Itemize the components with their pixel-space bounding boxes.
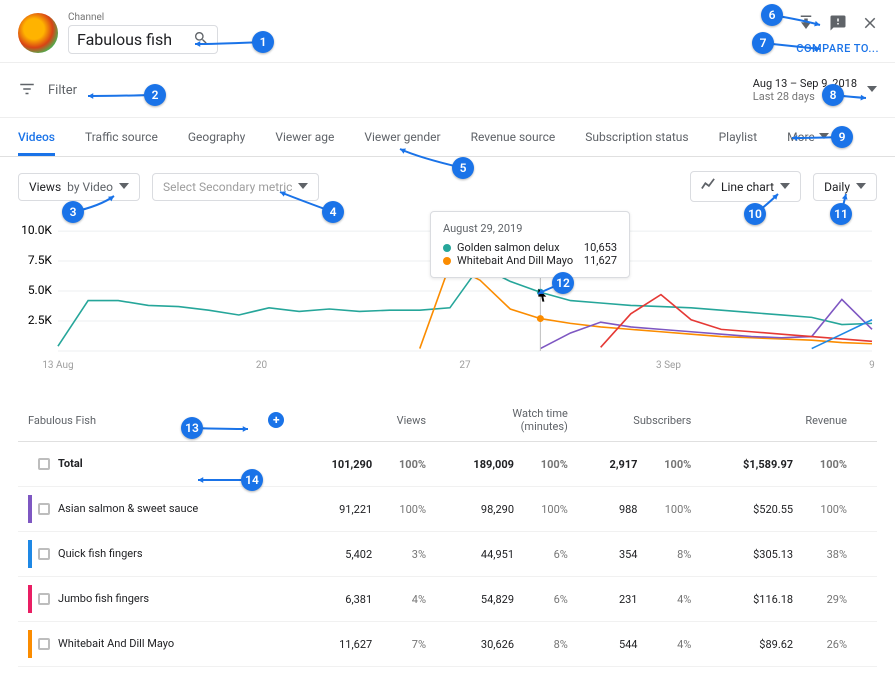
callout-11: 11 <box>830 203 852 225</box>
primary-metric: Views <box>29 180 61 194</box>
col-watch-time-minutes-[interactable]: Watch time (minutes) <box>436 399 578 442</box>
chevron-down-icon <box>119 180 129 194</box>
svg-text:5.0K: 5.0K <box>28 283 53 297</box>
row-name: Asian salmon & sweet sauce <box>58 502 198 515</box>
chevron-down-icon <box>298 180 308 194</box>
granularity-label: Daily <box>824 180 850 194</box>
table-row[interactable]: Jumbo fish fingers6,3814%54,8296%2314%$1… <box>18 577 877 622</box>
close-icon[interactable] <box>861 14 879 35</box>
table-row[interactable]: Asian salmon & sweet sauce91,221100%98,2… <box>18 487 877 532</box>
tab-playlist[interactable]: Playlist <box>719 118 758 156</box>
tab-revenue-source[interactable]: Revenue source <box>471 118 556 156</box>
svg-text:9: 9 <box>869 360 875 371</box>
chevron-down-icon <box>867 83 877 97</box>
svg-text:10.0K: 10.0K <box>21 223 52 237</box>
table-row[interactable]: Total101,290100%189,009100%2,917100%$1,5… <box>18 442 877 487</box>
checkbox[interactable] <box>38 548 50 560</box>
download-icon[interactable] <box>797 14 815 35</box>
chart-type-label: Line chart <box>721 180 774 194</box>
channel-label: Channel <box>68 12 218 23</box>
tab-geography[interactable]: Geography <box>188 118 246 156</box>
callout-10: 10 <box>744 203 766 225</box>
tab-viewer-age[interactable]: Viewer age <box>275 118 334 156</box>
row-name: Quick fish fingers <box>58 547 143 560</box>
checkbox[interactable] <box>38 593 50 605</box>
callout-4: 4 <box>322 201 344 223</box>
metric-tabs: Videos Traffic source Geography Viewer age V… <box>0 118 895 157</box>
chart-area: 10.0K 7.5K 5.0K 2.5K 13 Aug 20 27 3 Sep 9 August… <box>0 216 895 399</box>
callout-13: 13 <box>181 417 203 439</box>
tab-more[interactable]: More <box>787 118 829 156</box>
channel-name: Fabulous fish <box>77 30 193 49</box>
tooltip-date: August 29, 2019 <box>443 222 617 235</box>
table-row[interactable]: Quick fish fingers5,4023%44,9516%3548%$3… <box>18 532 877 577</box>
callout-6: 6 <box>761 4 783 26</box>
tooltip-row: Golden salmon delux10,653 <box>443 241 617 254</box>
checkbox[interactable] <box>38 458 50 470</box>
filter-label[interactable]: Filter <box>48 83 77 98</box>
col-views[interactable]: Views <box>294 399 436 442</box>
channel-avatar[interactable] <box>18 13 58 53</box>
compare-button[interactable]: COMPARE TO... <box>796 42 879 55</box>
table-title: Fabulous Fish <box>28 414 96 427</box>
callout-14: 14 <box>241 469 263 491</box>
callout-1: 1 <box>252 31 274 53</box>
svg-text:20: 20 <box>256 360 268 371</box>
feedback-icon[interactable] <box>829 14 847 35</box>
col-revenue[interactable]: Revenue <box>701 399 857 442</box>
table-row[interactable]: Whitebait And Dill Mayo11,6277%30,6268%5… <box>18 622 877 667</box>
tab-traffic-source[interactable]: Traffic source <box>85 118 158 156</box>
svg-text:13 Aug: 13 Aug <box>42 360 73 371</box>
data-table-wrap: Fabulous Fish + ViewsWatch time (minutes)S… <box>0 399 895 685</box>
svg-text:3 Sep: 3 Sep <box>656 360 681 371</box>
add-column-button[interactable]: + <box>268 412 284 428</box>
chevron-down-icon <box>819 130 829 144</box>
tab-subscription-status[interactable]: Subscription status <box>585 118 688 156</box>
callout-5: 5 <box>452 157 474 179</box>
svg-text:7.5K: 7.5K <box>28 253 53 267</box>
svg-text:27: 27 <box>459 360 471 371</box>
daterange-picker[interactable]: Aug 13 – Sep 9, 2018 Last 28 days <box>753 77 877 103</box>
checkbox[interactable] <box>38 638 50 650</box>
chevron-down-icon <box>856 180 866 194</box>
row-name: Jumbo fish fingers <box>58 592 149 605</box>
filterbar: Filter Aug 13 – Sep 9, 2018 Last 28 days <box>0 62 895 118</box>
chart-type-dropdown[interactable]: Line chart <box>690 171 801 202</box>
tooltip-row: Whitebait And Dill Mayo11,627 <box>443 254 617 267</box>
channel-search[interactable]: Fabulous fish <box>68 25 218 54</box>
secondary-metric: Select Secondary metric <box>163 180 292 194</box>
top-actions <box>797 14 879 35</box>
row-name: Total <box>58 457 83 470</box>
channel-block: Channel Fabulous fish <box>68 12 218 54</box>
tab-videos[interactable]: Videos <box>18 118 55 156</box>
col-subscribers[interactable]: Subscribers <box>578 399 701 442</box>
primary-metric-dropdown[interactable]: Views by Video <box>18 173 140 201</box>
search-icon[interactable] <box>193 30 209 49</box>
filter-icon[interactable] <box>18 80 36 101</box>
line-chart-icon <box>701 178 715 195</box>
data-table: Fabulous Fish + ViewsWatch time (minutes)S… <box>18 399 877 667</box>
chevron-down-icon <box>780 180 790 194</box>
row-name: Whitebait And Dill Mayo <box>58 637 174 650</box>
callout-9: 9 <box>831 126 853 148</box>
callout-12: 12 <box>552 272 574 294</box>
checkbox[interactable] <box>38 503 50 515</box>
tab-viewer-gender[interactable]: Viewer gender <box>364 118 440 156</box>
callout-3: 3 <box>62 201 84 223</box>
callout-7: 7 <box>752 32 774 54</box>
callout-2: 2 <box>144 84 166 106</box>
granularity-dropdown[interactable]: Daily <box>813 173 877 201</box>
chart-tooltip: August 29, 2019 Golden salmon delux10,65… <box>430 211 630 278</box>
svg-text:2.5K: 2.5K <box>28 313 53 327</box>
callout-8: 8 <box>822 84 844 106</box>
secondary-metric-dropdown[interactable]: Select Secondary metric <box>152 173 319 201</box>
